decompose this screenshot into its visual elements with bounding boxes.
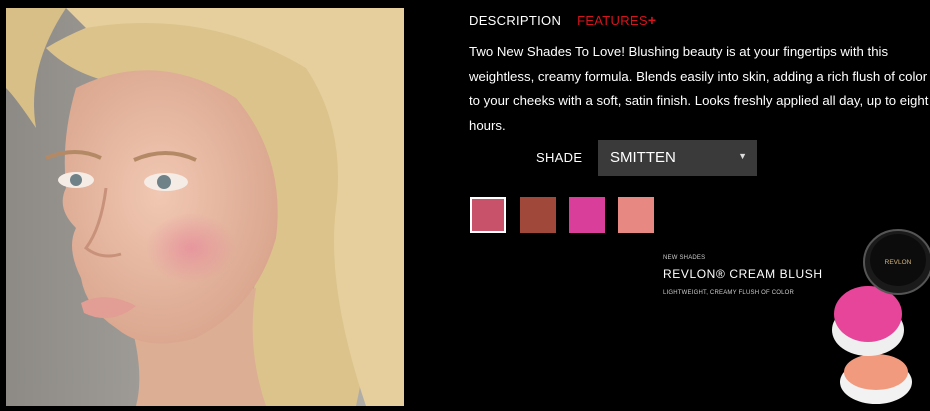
product-tabs: DESCRIPTION FEATURES+	[469, 12, 668, 28]
shade-label: SHADE	[536, 150, 583, 165]
shade-selected-value: SMITTEN	[610, 149, 676, 166]
product-logo: REVLON	[885, 259, 912, 266]
shade-select[interactable]: SMITTEN ▼	[598, 140, 757, 176]
tab-features-label: FEATURES	[577, 13, 648, 28]
tab-description[interactable]: DESCRIPTION	[469, 13, 561, 28]
shade-swatch-4[interactable]	[618, 197, 654, 233]
shade-swatch-3[interactable]	[569, 197, 605, 233]
promo-title: REVLON® CREAM BLUSH	[663, 267, 823, 281]
shade-swatch-2[interactable]	[520, 197, 556, 233]
model-photo	[6, 8, 404, 406]
product-description: Two New Shades To Love! Blushing beauty …	[469, 44, 929, 133]
shade-swatch-1[interactable]	[470, 197, 506, 233]
tab-features[interactable]: FEATURES+	[577, 12, 656, 28]
promo-subtitle: LIGHTWEIGHT, CREAMY FLUSH OF COLOR	[663, 290, 795, 296]
promo-new-shades: NEW SHADES	[663, 255, 706, 261]
product-image: REVLON	[826, 222, 930, 406]
plus-icon: +	[647, 12, 657, 28]
chevron-down-icon: ▼	[738, 151, 747, 161]
